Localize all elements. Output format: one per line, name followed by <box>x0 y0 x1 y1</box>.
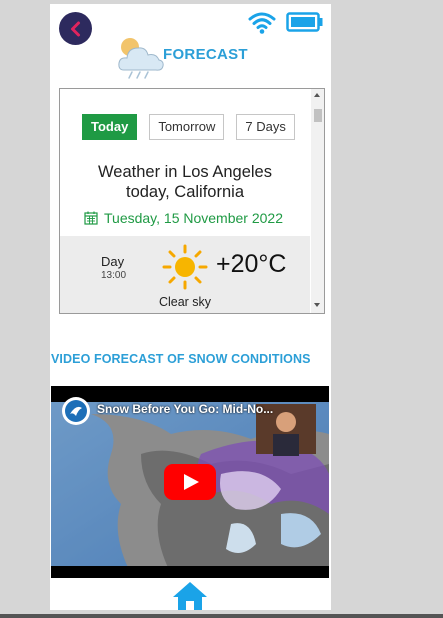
video-player[interactable]: Snow Before You Go: Mid-No... <box>51 386 329 578</box>
day-forecast-panel: Day 13:00 +20°C Clear sky <box>60 236 310 313</box>
weather-condition: Clear sky <box>158 295 212 309</box>
wifi-icon <box>248 12 276 34</box>
video-section-heading: VIDEO FORECAST OF SNOW CONDITIONS <box>51 352 311 366</box>
temperature: +20°C <box>216 250 287 278</box>
tab-7-days[interactable]: 7 Days <box>236 114 295 140</box>
scroll-up-arrow-icon[interactable] <box>314 93 320 97</box>
sun-icon <box>162 244 208 290</box>
widget-scrollbar[interactable] <box>311 89 324 313</box>
app-screen: FORECAST Today Tomorrow 7 Days Weather i… <box>50 4 331 610</box>
video-title[interactable]: Snow Before You Go: Mid-No... <box>97 402 273 416</box>
youtube-play-icon[interactable] <box>164 464 216 500</box>
period-label: Day <box>101 254 125 269</box>
page-title: FORECAST <box>163 46 248 63</box>
forecast-date: Tuesday, 15 November 2022 <box>104 210 283 226</box>
weather-location-title: Weather in Los Angeles today, California <box>60 162 310 202</box>
scroll-thumb[interactable] <box>314 109 322 122</box>
tab-tomorrow[interactable]: Tomorrow <box>149 114 225 140</box>
calendar-icon <box>84 211 98 225</box>
weather-title-line2: today, California <box>125 183 244 201</box>
home-icon[interactable] <box>170 580 210 610</box>
battery-icon <box>286 12 323 32</box>
cloud-sun-icon <box>118 38 164 79</box>
date-row: Tuesday, 15 November 2022 <box>84 210 283 226</box>
tab-today[interactable]: Today <box>82 114 138 140</box>
forecast-tabs: Today Tomorrow 7 Days <box>82 114 295 140</box>
channel-logo[interactable] <box>61 396 91 426</box>
back-button[interactable] <box>59 12 92 45</box>
forecast-header: FORECAST <box>116 34 316 80</box>
page-bottom-border <box>0 614 443 618</box>
scroll-down-arrow-icon[interactable] <box>314 303 320 307</box>
weather-widget: Today Tomorrow 7 Days Weather in Los Ang… <box>59 88 325 314</box>
weather-title-line1: Weather in Los Angeles <box>98 163 272 181</box>
chevron-left-icon <box>70 21 80 36</box>
period-time: 13:00 <box>101 270 127 281</box>
